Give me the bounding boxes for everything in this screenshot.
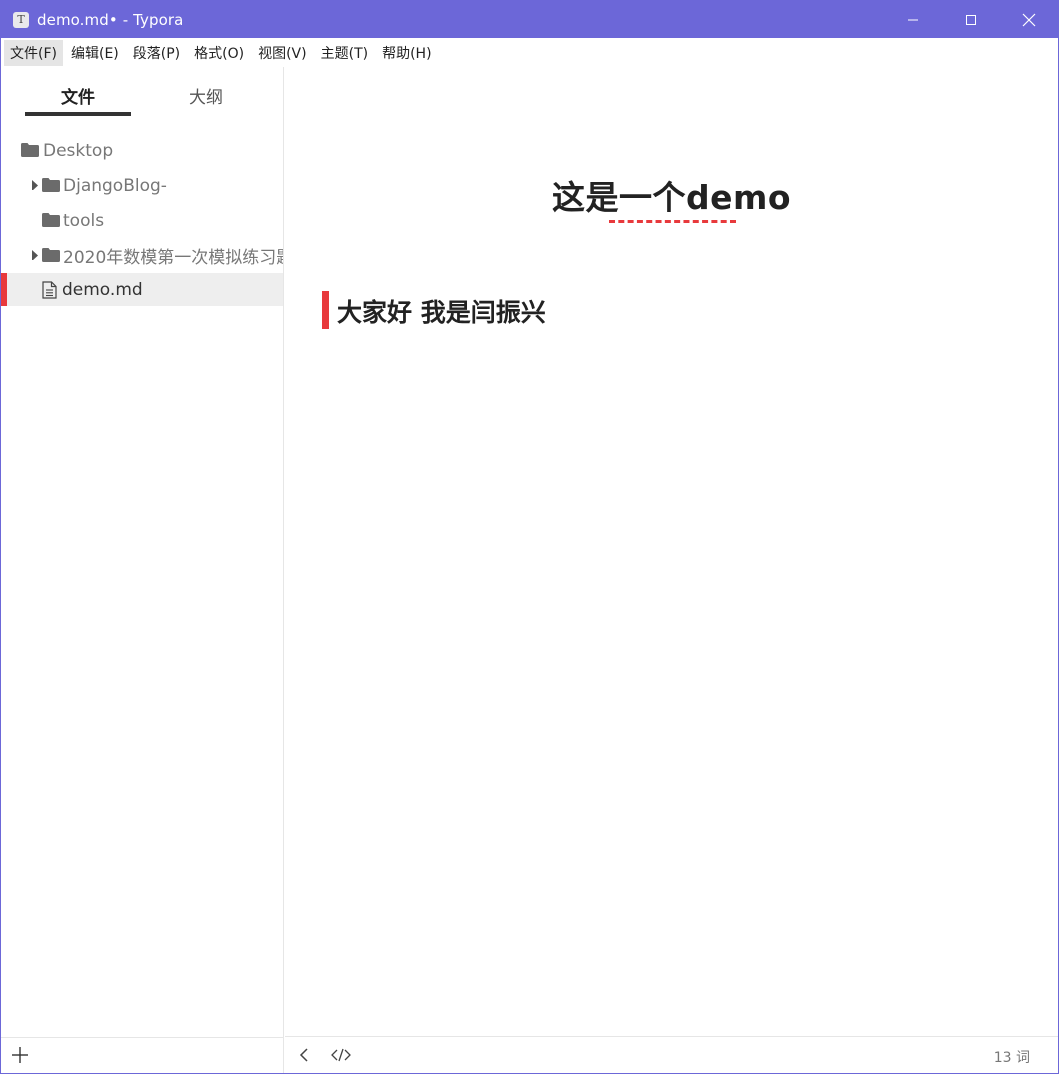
tree-item-label: 2020年数模第一次模拟练习题 <box>63 248 283 268</box>
status-bar: 13 词 <box>285 1036 1058 1072</box>
caret-right-icon[interactable] <box>31 250 39 260</box>
document-heading-1[interactable]: 这是一个demo <box>285 171 1058 219</box>
tree-item-label: tools <box>63 210 105 231</box>
folder-icon <box>21 143 39 157</box>
tree-item-label: demo.md <box>62 279 143 300</box>
title-bar[interactable]: T demo.md• - Typora <box>1 1 1058 38</box>
heading-2-accent-bar <box>322 291 329 329</box>
tree-item-label: DjangoBlog- <box>63 175 167 196</box>
file-tree: Desktop DjangoBlog- tools 2020年数模第一次模拟练习… <box>1 133 283 306</box>
tree-item-2020-math-modeling[interactable]: 2020年数模第一次模拟练习题 <box>1 238 283 273</box>
selected-indicator <box>1 273 7 306</box>
window-title: demo.md• - Typora <box>37 10 184 29</box>
sidebar: 文件 大纲 Desktop DjangoBlog- tools 2020年数模第… <box>1 67 284 1073</box>
add-icon[interactable] <box>11 1046 29 1064</box>
file-icon <box>42 281 57 299</box>
menu-view[interactable]: 视图(V) <box>252 40 313 66</box>
folder-icon <box>42 178 60 192</box>
tree-item-label: Desktop <box>43 140 114 161</box>
typora-window: T demo.md• - Typora 文件(F) 编辑(E) 段落(P) 格式… <box>0 0 1059 1074</box>
tree-item-desktop[interactable]: Desktop <box>1 133 283 168</box>
menu-edit[interactable]: 编辑(E) <box>65 40 125 66</box>
document-heading-2[interactable]: 大家好 我是闫振兴 <box>337 293 546 329</box>
menu-file[interactable]: 文件(F) <box>4 39 63 66</box>
sidebar-tabs: 文件 大纲 <box>1 67 283 117</box>
menu-help[interactable]: 帮助(H) <box>376 40 437 66</box>
window-controls <box>884 1 1058 38</box>
close-icon <box>1022 13 1036 26</box>
sidebar-footer <box>1 1037 283 1073</box>
source-code-mode-icon[interactable] <box>331 1047 351 1063</box>
minimize-button[interactable] <box>884 1 942 38</box>
maximize-button[interactable] <box>942 1 1000 38</box>
tab-outline[interactable]: 大纲 <box>189 83 223 108</box>
maximize-icon <box>966 14 976 25</box>
folder-icon <box>42 248 60 262</box>
word-count[interactable]: 13 词 <box>994 1047 1030 1067</box>
tree-item-tools[interactable]: tools <box>1 203 283 238</box>
menu-theme[interactable]: 主题(T) <box>315 40 374 66</box>
minimize-icon <box>908 19 918 20</box>
tab-files[interactable]: 文件 <box>61 83 95 108</box>
typora-app-icon: T <box>13 11 29 28</box>
menu-paragraph[interactable]: 段落(P) <box>127 40 186 66</box>
folder-icon <box>42 213 60 227</box>
editor-area[interactable]: 这是一个demo 大家好 我是闫振兴 <box>285 67 1058 1037</box>
active-tab-indicator <box>25 112 131 116</box>
caret-right-icon[interactable] <box>31 180 39 190</box>
tree-item-djangoblog[interactable]: DjangoBlog- <box>1 168 283 203</box>
menu-bar: 文件(F) 编辑(E) 段落(P) 格式(O) 视图(V) 主题(T) 帮助(H… <box>1 38 1058 67</box>
toggle-sidebar-icon[interactable] <box>299 1047 309 1063</box>
spellcheck-underline <box>609 220 736 223</box>
menu-format[interactable]: 格式(O) <box>188 40 250 66</box>
close-button[interactable] <box>1000 1 1058 38</box>
tree-item-demo-md[interactable]: demo.md <box>1 273 283 306</box>
